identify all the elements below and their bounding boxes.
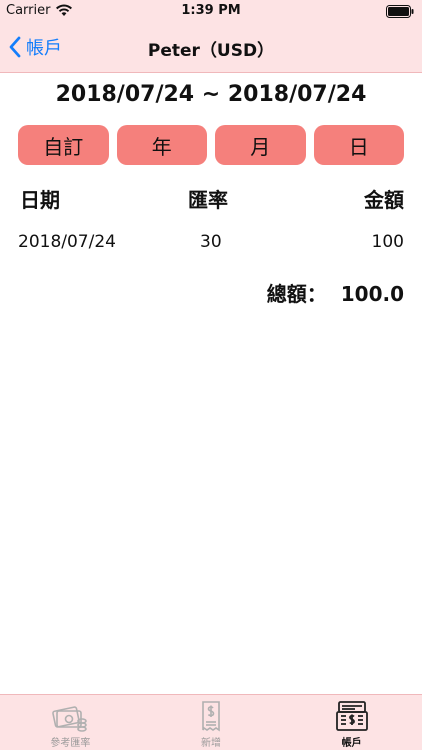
tab-exchange-rates[interactable]: 參考匯率 — [0, 695, 141, 750]
column-header-date: 日期 — [20, 188, 60, 212]
tab-accounts-label: 帳戶 — [341, 738, 362, 749]
row-date-cell: 2018/07/24 — [18, 232, 116, 252]
column-header-amount: 金額 — [364, 188, 404, 212]
period-month-button[interactable]: 月 — [215, 125, 306, 165]
period-year-button[interactable]: 年 — [116, 125, 207, 165]
period-day-button[interactable]: 日 — [313, 125, 404, 165]
date-range-label: 2018/07/24 ~ 2018/07/24 — [55, 82, 367, 107]
navigation-header: Carrier 1:39 PM 帳戶 Peter（USD） — [0, 0, 422, 73]
tab-bar: 參考匯率 新增 帳戶 — [0, 694, 422, 750]
battery-icon — [386, 5, 414, 18]
period-custom-button[interactable]: 自訂 — [18, 125, 109, 165]
total-label: 總額： — [266, 282, 327, 306]
tab-add-label: 新增 — [201, 738, 221, 749]
tab-add[interactable]: 新增 — [141, 695, 282, 750]
status-bar: Carrier 1:39 PM — [0, 0, 422, 22]
page-title: Peter（USD） — [147, 41, 275, 61]
total-value: 100.0 — [340, 282, 404, 306]
total-row: 總額： 100.0 — [267, 278, 404, 307]
ledger-register-icon — [335, 701, 368, 731]
clock-time: 1:39 PM — [181, 3, 241, 18]
period-selector: 自訂 年 月 日 — [18, 125, 404, 165]
column-header-rate: 匯率 — [188, 188, 228, 212]
currency-notes-icon — [52, 706, 88, 732]
tab-accounts[interactable]: 帳戶 — [281, 695, 422, 750]
row-amount-cell: 100 — [371, 232, 404, 252]
row-rate-cell: 30 — [200, 232, 222, 252]
tab-exchange-rates-label: 參考匯率 — [50, 738, 91, 749]
receipt-icon — [202, 701, 220, 732]
